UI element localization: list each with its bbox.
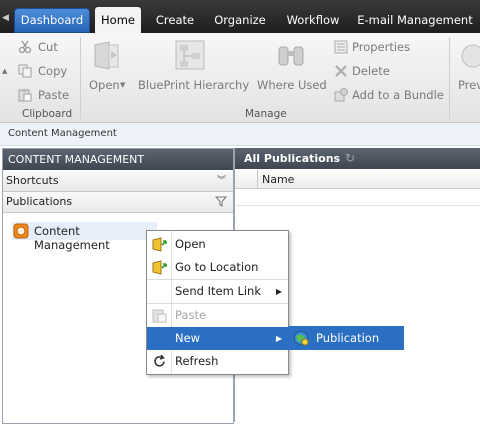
tree-item-label: Content Management — [34, 224, 110, 252]
delete-label: Delete — [352, 64, 390, 78]
menu-item-label: Refresh — [175, 354, 219, 368]
top-tab-bar: ◀ Dashboard Home Create Organize Workflo… — [0, 0, 480, 33]
ribbon-separator — [80, 37, 81, 119]
tab-dashboard[interactable]: Dashboard — [14, 8, 90, 33]
menu-item-label: Paste — [175, 308, 207, 322]
menu-item-paste[interactable]: Paste — [147, 304, 288, 327]
paste-icon — [152, 309, 167, 323]
where-used-label: Where Used — [257, 78, 327, 92]
grid-header: Name — [235, 170, 480, 189]
shortcuts-label: Shortcuts — [6, 174, 59, 187]
publications-label: Publications — [6, 195, 73, 208]
preview-button[interactable]: Prev — [456, 37, 480, 99]
filter-icon[interactable] — [215, 196, 227, 207]
column-divider — [257, 170, 258, 188]
open-button[interactable]: Open ▼ — [88, 37, 132, 99]
tab-workflow[interactable]: Workflow — [282, 9, 344, 31]
publications-section[interactable]: Publications — [3, 192, 233, 213]
blueprint-hierarchy-label: BluePrint Hierarchy — [138, 78, 250, 92]
clipboard-group-label: Clipboard — [22, 108, 73, 120]
binoculars-icon — [278, 46, 304, 66]
panel-header: All Publications ↻ — [235, 148, 480, 169]
properties-icon — [334, 40, 348, 54]
refresh-icon[interactable]: ↻ — [345, 148, 355, 169]
open-dropdown-arrow-icon[interactable]: ▼ — [120, 81, 125, 89]
breadcrumb-item[interactable]: Content Management — [8, 128, 117, 139]
menu-item-label: Send Item Link — [175, 284, 262, 298]
open-folder-icon — [94, 41, 119, 70]
shortcuts-section[interactable]: Shortcuts ︾ — [3, 171, 233, 192]
open-label: Open — [89, 78, 120, 92]
panel-title: All Publications — [244, 152, 341, 165]
scissors-icon — [18, 40, 32, 54]
copy-icon — [18, 64, 32, 78]
submenu-arrow-icon: ▶ — [275, 334, 282, 343]
where-used-button[interactable]: Where Used — [254, 37, 327, 99]
new-submenu-item-publication[interactable]: Publication — [288, 326, 404, 350]
menu-item-label: Open — [175, 237, 206, 251]
menu-item-go-to-location[interactable]: Go to Location — [147, 256, 288, 279]
ribbon-scroll-left-icon[interactable]: ▲ — [2, 67, 7, 75]
cut-label: Cut — [38, 40, 58, 54]
submenu-item-label: Publication — [316, 331, 380, 345]
grid-row-divider — [235, 205, 480, 206]
preview-icon — [461, 44, 480, 68]
menu-item-label: New — [175, 331, 201, 345]
tree-item-content-management[interactable]: Content Management — [12, 222, 157, 252]
scroll-left-icon[interactable]: ◀ — [2, 13, 9, 23]
panel-header: CONTENT MANAGEMENT — [3, 149, 233, 170]
refresh-icon — [154, 354, 165, 367]
preview-label: Prev — [458, 78, 480, 92]
add-to-bundle-label: Add to a Bundle — [352, 88, 444, 102]
go-to-location-icon — [152, 260, 167, 275]
tab-organize[interactable]: Organize — [210, 9, 270, 31]
menu-item-label: Go to Location — [175, 260, 259, 274]
clipboard-icon — [18, 89, 32, 102]
column-header-name[interactable]: Name — [262, 173, 294, 186]
manage-group-label: Manage — [245, 108, 287, 120]
content-management-icon — [13, 223, 29, 239]
copy-label: Copy — [38, 64, 68, 78]
breadcrumb: Content Management — [0, 123, 480, 146]
properties-label: Properties — [352, 40, 411, 54]
bundle-icon — [334, 88, 348, 102]
blueprint-hierarchy-icon — [175, 40, 205, 70]
publication-globe-icon — [294, 331, 309, 346]
paste-label: Paste — [38, 88, 70, 102]
blueprint-hierarchy-button[interactable]: BluePrint Hierarchy — [136, 37, 250, 99]
open-item-icon — [152, 237, 167, 252]
tab-create[interactable]: Create — [152, 9, 198, 31]
menu-item-refresh[interactable]: Refresh — [147, 350, 288, 373]
panel-title: CONTENT MANAGEMENT — [8, 153, 145, 166]
tab-home[interactable]: Home — [95, 7, 141, 33]
ribbon-separator — [449, 37, 450, 119]
submenu-arrow-icon: ▶ — [275, 287, 282, 296]
context-menu: Open Go to Location Send Item Link ▶ Pas… — [146, 230, 289, 375]
menu-item-open[interactable]: Open — [147, 233, 288, 256]
expand-double-chevron-icon[interactable]: ︾ — [217, 171, 226, 191]
menu-item-send-item-link[interactable]: Send Item Link ▶ — [147, 280, 288, 303]
menu-item-new[interactable]: New ▶ — [147, 327, 288, 350]
delete-icon — [335, 65, 347, 77]
tab-email-management[interactable]: E-mail Management — [354, 9, 476, 31]
ribbon: ▲ Cut Copy Paste Clipboard Open ▼ BluePr… — [0, 33, 480, 123]
